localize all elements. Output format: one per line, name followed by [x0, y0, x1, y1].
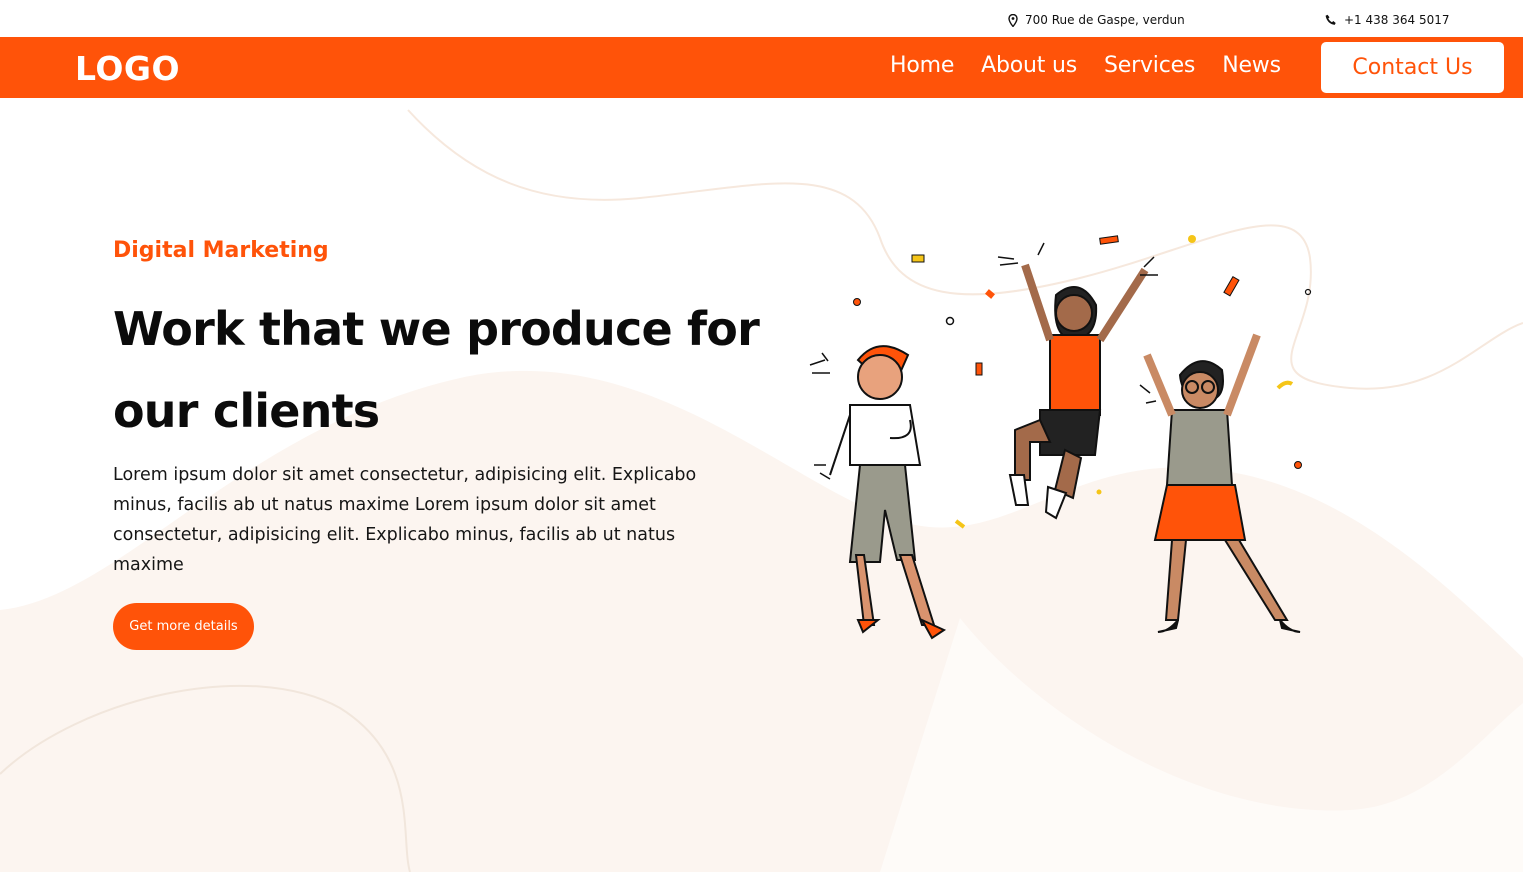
celebrating-people-illustration: [809, 235, 1312, 640]
nav-item-home[interactable]: Home: [890, 53, 954, 78]
hero-description: Lorem ipsum dolor sit amet consectetur, …: [113, 465, 697, 575]
phone-info[interactable]: +1 438 364 5017: [1325, 13, 1449, 27]
phone-text: +1 438 364 5017: [1344, 13, 1450, 27]
logo[interactable]: LOGO: [75, 49, 180, 88]
map-pin-icon: [1008, 13, 1018, 27]
address-text: 700 Rue de Gaspe, verdun: [1025, 13, 1185, 27]
headline-line-2: our clients: [113, 384, 380, 438]
hero-headline: Work that we produce for our clients: [113, 288, 813, 452]
get-more-details-button[interactable]: Get more details: [113, 603, 254, 650]
main-navbar: LOGO Home About us Services News Contact…: [0, 37, 1523, 98]
person-right: [1143, 333, 1301, 633]
address-info[interactable]: 700 Rue de Gaspe, verdun: [1008, 13, 1185, 27]
nav-item-about-us[interactable]: About us: [981, 53, 1077, 78]
person-left: [829, 345, 947, 640]
headline-line-1: Work that we produce for: [113, 302, 760, 356]
phone-icon: [1325, 14, 1337, 26]
hero-eyebrow: Digital Marketing: [113, 238, 329, 263]
person-middle: [1008, 263, 1149, 520]
nav-item-services[interactable]: Services: [1104, 53, 1195, 78]
nav-item-news[interactable]: News: [1222, 53, 1281, 78]
nav-menu: Home About us Services News: [890, 53, 1281, 78]
contact-us-button[interactable]: Contact Us: [1321, 42, 1504, 93]
top-info-bar: 700 Rue de Gaspe, verdun +1 438 364 5017: [0, 0, 1523, 37]
